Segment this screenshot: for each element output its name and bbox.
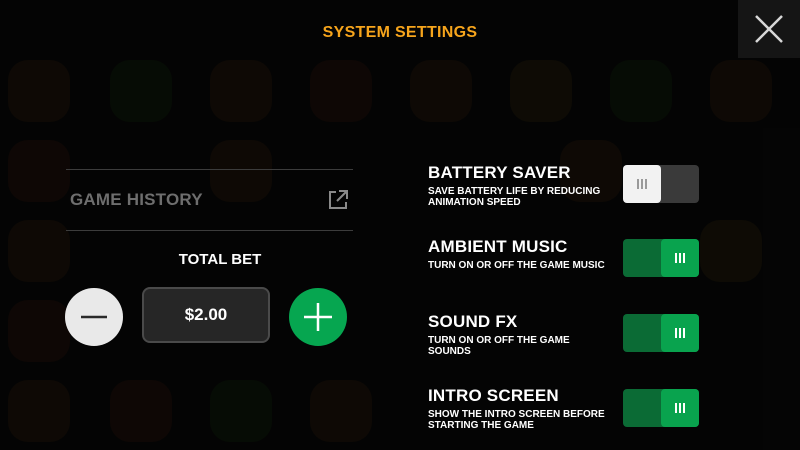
toggle-knob: [661, 239, 699, 277]
toggle-knob: [661, 389, 699, 427]
toggle-knob: [623, 165, 661, 203]
external-link-icon: [329, 190, 348, 209]
sound-fx-toggle[interactable]: [623, 314, 699, 352]
setting-description: SHOW THE INTRO SCREEN BEFORE STARTING TH…: [428, 409, 605, 431]
ambient-music-toggle[interactable]: [623, 239, 699, 277]
page-title: SYSTEM SETTINGS: [322, 24, 478, 41]
total-bet-value: $2.00: [142, 287, 270, 343]
battery-saver-toggle[interactable]: [623, 165, 699, 203]
toggle-knob: [661, 314, 699, 352]
intro-screen-toggle[interactable]: [623, 389, 699, 427]
close-x-icon: [755, 15, 783, 43]
decrease-bet-button[interactable]: [65, 288, 123, 346]
setting-description: TURN ON OR OFF THE GAME MUSIC: [428, 260, 605, 271]
total-bet-label: TOTAL BET: [178, 251, 262, 268]
plus-icon: [304, 303, 332, 331]
increase-bet-button[interactable]: [289, 288, 347, 346]
close-button[interactable]: [738, 0, 800, 58]
game-history-label: GAME HISTORY: [70, 190, 203, 209]
setting-description: TURN ON OR OFF THE GAME SOUNDS: [428, 335, 570, 357]
minus-icon: [81, 315, 107, 319]
game-history-button[interactable]: GAME HISTORY: [66, 169, 353, 231]
setting-description: SAVE BATTERY LIFE BY REDUCING ANIMATION …: [428, 186, 601, 208]
